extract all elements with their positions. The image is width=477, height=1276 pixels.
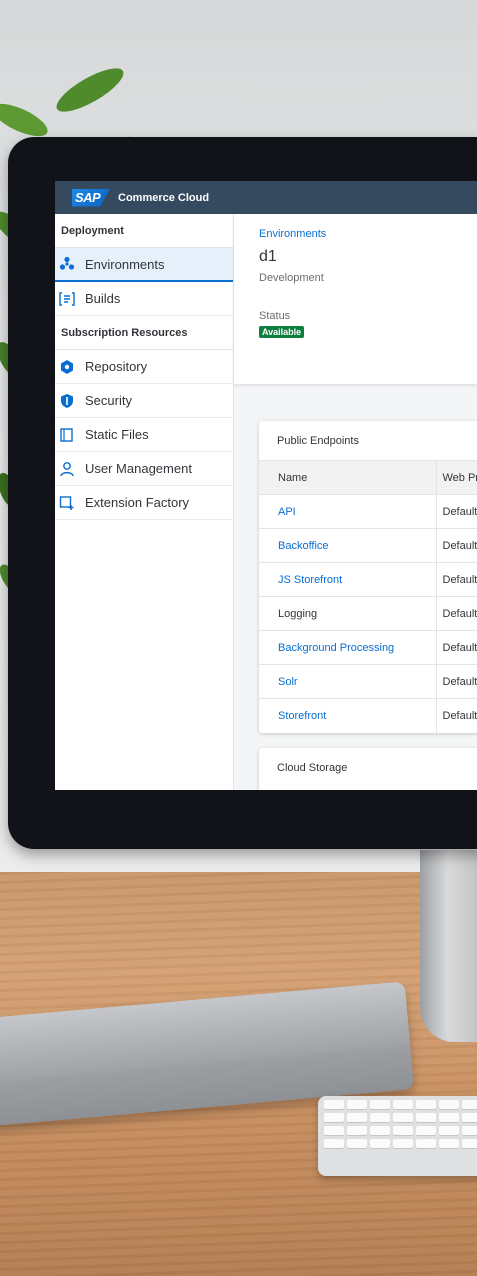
endpoint-link-js-storefront[interactable]: JS Storefront (278, 574, 342, 586)
column-header-name[interactable]: Name (259, 460, 437, 495)
table-row: Backoffice Default (259, 528, 477, 563)
public-endpoints-title: Public Endpoints (277, 434, 359, 447)
static-files-icon (59, 427, 75, 443)
cloud-storage-card: Cloud Storage (259, 748, 477, 790)
repository-icon (59, 359, 75, 375)
sidebar-item-label: Builds (85, 291, 121, 306)
table-row: Logging Default (259, 596, 477, 631)
endpoint-link-storefront[interactable]: Storefront (278, 710, 326, 722)
sidebar-item-label: Repository (85, 359, 148, 374)
table-row: Solr Default (259, 664, 477, 699)
endpoints-table: Name Web Pr API Default Backoffice Defau… (259, 460, 477, 733)
sidebar-item-extension-factory[interactable]: Extension Factory (55, 486, 233, 520)
keyboard (318, 1096, 477, 1176)
page-subtitle: Development (259, 272, 324, 284)
sidebar-item-label: Security (85, 393, 132, 408)
endpoint-value: Default (436, 528, 477, 563)
endpoint-link-solr[interactable]: Solr (278, 676, 298, 688)
main-content: Environments d1 Development Status Avail… (234, 214, 477, 790)
builds-icon (59, 291, 75, 307)
page-title: d1 (259, 248, 277, 265)
cloud-storage-title: Cloud Storage (277, 761, 348, 774)
monitor-stand (420, 850, 477, 1042)
endpoint-value: Default (436, 494, 477, 529)
sidebar-item-label: User Management (85, 461, 192, 476)
sidebar-item-repository[interactable]: Repository (55, 350, 233, 384)
endpoint-value: Default (436, 562, 477, 597)
sidebar-group-subscription-resources: Subscription Resources (55, 316, 233, 350)
table-row: JS Storefront Default (259, 562, 477, 597)
endpoint-link-api[interactable]: API (278, 506, 296, 518)
table-row: Background Processing Default (259, 630, 477, 665)
sap-logo[interactable]: SAP (72, 188, 110, 207)
shell-bar: SAP Commerce Cloud (55, 181, 477, 214)
sidebar-item-label: Static Files (85, 427, 149, 442)
breadcrumb-environments[interactable]: Environments (259, 228, 477, 240)
endpoint-link-backoffice[interactable]: Backoffice (278, 540, 329, 552)
status-label: Status (259, 310, 291, 322)
endpoint-value: Default (436, 664, 477, 699)
extension-factory-icon (59, 495, 75, 511)
app-screen: SAP Commerce Cloud Deployment Environmen… (55, 181, 477, 790)
table-row: Storefront Default (259, 698, 477, 733)
sidebar-item-static-files[interactable]: Static Files (55, 418, 233, 452)
column-header-web[interactable]: Web Pr (436, 460, 477, 495)
sidebar-item-security[interactable]: Security (55, 384, 233, 418)
sidebar-group-deployment: Deployment (55, 214, 233, 248)
object-header: Environments d1 Development Status Avail… (234, 214, 477, 385)
shield-icon (59, 393, 75, 409)
app-title: Commerce Cloud (118, 191, 210, 204)
sidebar-item-builds[interactable]: Builds (55, 282, 233, 316)
user-icon (59, 461, 75, 477)
endpoint-value: Default (442, 709, 477, 722)
sidebar-item-label: Environments (85, 256, 165, 272)
sidebar-item-label: Extension Factory (85, 495, 190, 510)
endpoint-link-background-processing[interactable]: Background Processing (278, 642, 394, 654)
table-row: API Default (259, 494, 477, 529)
endpoint-value: Default (436, 596, 477, 631)
public-endpoints-card: Public Endpoints Name Web Pr API Default… (259, 421, 477, 733)
sidebar-item-environments[interactable]: Environments (55, 248, 233, 282)
endpoint-value: Default (436, 630, 477, 665)
sidebar: Deployment Environments Builds Subscript… (55, 214, 234, 790)
environments-icon (59, 256, 75, 272)
endpoint-name-logging: Logging (278, 607, 318, 620)
status-badge: Available (259, 326, 305, 338)
sidebar-item-user-management[interactable]: User Management (55, 452, 233, 486)
